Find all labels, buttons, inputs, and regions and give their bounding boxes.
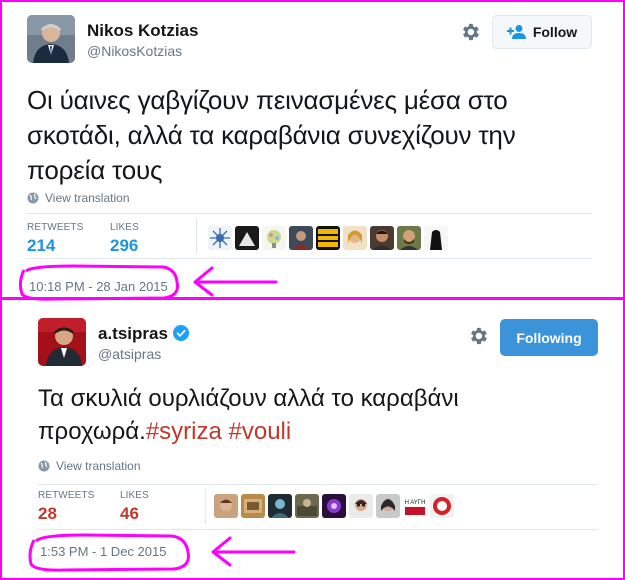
username[interactable]: @NikosKotzias [87,43,182,59]
arrow-annotation-icon [193,266,278,297]
view-translation-label: View translation [56,459,141,473]
follow-person-plus-icon [506,25,526,39]
liker-avatar[interactable] [370,226,394,250]
divider [196,218,197,254]
retweet-count: 28 [38,504,57,523]
liker-avatar[interactable] [322,494,346,518]
divider [205,488,206,524]
follow-label: Follow [532,24,578,40]
liker-avatar[interactable] [376,494,400,518]
liker-avatar[interactable] [430,494,454,518]
globe-icon [38,460,50,472]
liker-avatar[interactable] [241,494,265,518]
display-name-label: a.tsipras [98,324,168,343]
likes-count: 46 [120,504,139,523]
avatar[interactable] [27,15,75,63]
likes-stat[interactable]: LIKES 296 [110,222,139,256]
tweet-card: a.tsipras @atsipras Following Τα σκυλιά … [0,300,625,580]
liker-avatar[interactable] [268,494,292,518]
liker-caption: Η ΑΥΓΗ [405,500,426,506]
tweet-text: Τα σκυλιά ουρλιάζουν αλλά το καραβάνι πρ… [38,382,598,448]
following-button[interactable]: Following [500,319,598,356]
view-translation-link[interactable]: View translation [27,191,130,205]
retweet-stat[interactable]: RETWEETS 214 [27,222,83,256]
divider [27,258,592,259]
globe-icon [27,192,39,204]
liker-avatar[interactable] [343,226,367,250]
display-name[interactable]: a.tsipras [98,324,189,344]
liker-avatar[interactable] [208,226,232,250]
retweet-count: 214 [27,236,56,255]
liker-avatars [208,226,448,250]
liker-avatar[interactable] [214,494,238,518]
divider [27,213,592,214]
liker-avatar[interactable] [262,226,286,250]
likes-label: LIKES [110,222,139,233]
likes-count: 296 [110,236,139,255]
retweet-stat[interactable]: RETWEETS 28 [38,490,94,524]
display-name[interactable]: Nikos Kotzias [87,21,198,41]
gear-icon[interactable] [459,21,481,43]
liker-avatar[interactable] [316,226,340,250]
hashtag-link[interactable]: #syriza [146,418,222,445]
liker-avatars: Η ΑΥΓΗ [214,494,454,518]
liker-avatar[interactable] [295,494,319,518]
tweet-card: Nikos Kotzias @NikosKotzias Follow Οι ύα… [0,0,625,301]
likes-stat[interactable]: LIKES 46 [120,490,149,524]
liker-avatar[interactable] [349,494,373,518]
retweets-label: RETWEETS [38,490,95,501]
hashtag-link[interactable]: #vouli [229,418,292,445]
likes-label: LIKES [120,490,149,501]
view-translation-label: View translation [45,191,130,205]
liker-avatar[interactable] [397,226,421,250]
avatar[interactable] [38,318,86,366]
username[interactable]: @atsipras [98,346,161,362]
liker-avatar[interactable] [235,226,259,250]
retweets-label: RETWEETS [27,222,84,233]
divider [38,484,598,485]
tweet-timestamp[interactable]: 1:53 PM - 1 Dec 2015 [40,544,166,559]
liker-avatar[interactable] [424,226,448,250]
tweet-text: Οι ύαινες γαβγίζουν πεινασμένες μέσα στο… [27,85,516,185]
liker-avatar[interactable]: Η ΑΥΓΗ [403,494,427,518]
liker-avatar[interactable] [289,226,313,250]
divider [38,529,598,530]
arrow-annotation-icon [211,536,296,567]
follow-button[interactable]: Follow [492,15,592,49]
view-translation-link[interactable]: View translation [38,459,141,473]
verified-badge-icon [172,325,189,341]
gear-icon[interactable] [467,325,489,347]
tweet-timestamp[interactable]: 10:18 PM - 28 Jan 2015 [29,279,168,294]
